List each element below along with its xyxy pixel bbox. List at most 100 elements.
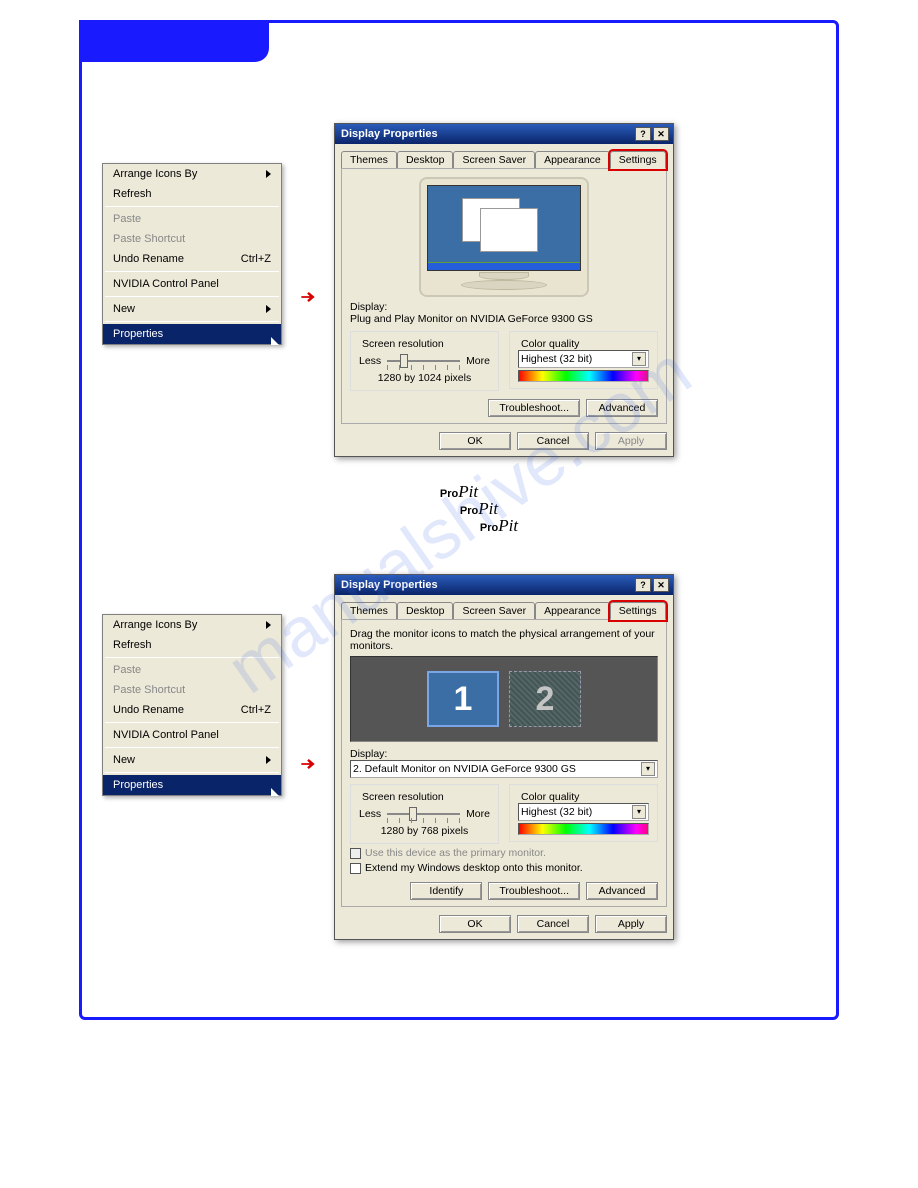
close-icon[interactable]: ✕ <box>653 127 669 141</box>
close-icon[interactable]: ✕ <box>653 578 669 592</box>
window-buttons: ? ✕ <box>635 127 669 141</box>
color-quality-group: Color quality Highest (32 bit) ▾ <box>509 331 658 389</box>
ok-button[interactable]: OK <box>439 432 511 450</box>
ctx-paste-shortcut: Paste Shortcut <box>103 229 281 249</box>
ctx-arrange[interactable]: Arrange Icons By <box>103 615 281 635</box>
display-label: Display: <box>350 748 658 760</box>
troubleshoot-button[interactable]: Troubleshoot... <box>488 399 580 417</box>
ctx-nvidia[interactable]: NVIDIA Control Panel <box>103 725 281 745</box>
identify-button[interactable]: Identify <box>410 882 482 900</box>
monitor-stand <box>479 272 529 280</box>
display-combo[interactable]: 2. Default Monitor on NVIDIA GeForce 930… <box>350 760 658 778</box>
tab-themes[interactable]: Themes <box>341 151 397 169</box>
resolution-slider[interactable] <box>387 805 460 823</box>
dialog-title: Display Properties <box>341 579 438 591</box>
desktop-context-menu: Arrange Icons By Refresh Paste Paste Sho… <box>102 614 282 796</box>
ctx-undo-rename[interactable]: Undo Rename Ctrl+Z <box>103 700 281 720</box>
ctx-refresh-label: Refresh <box>113 188 152 200</box>
monitor-base <box>461 280 547 290</box>
ctx-undo-rename[interactable]: Undo Rename Ctrl+Z <box>103 249 281 269</box>
res-more-label: More <box>466 808 490 820</box>
tab-appearance[interactable]: Appearance <box>535 151 610 169</box>
monitor-icon <box>419 177 589 297</box>
tab-screensaver[interactable]: Screen Saver <box>453 602 535 620</box>
advanced-button[interactable]: Advanced <box>586 399 658 417</box>
tab-settings[interactable]: Settings <box>610 151 666 169</box>
tabs: Themes Desktop Screen Saver Appearance S… <box>335 595 673 619</box>
extend-desktop-checkbox[interactable]: Extend my Windows desktop onto this moni… <box>350 862 658 874</box>
separator <box>105 271 279 272</box>
cq-value: Highest (32 bit) <box>521 806 592 818</box>
tabs: Themes Desktop Screen Saver Appearance S… <box>335 144 673 168</box>
separator <box>105 747 279 748</box>
ctx-refresh[interactable]: Refresh <box>103 635 281 655</box>
ctx-refresh-label: Refresh <box>113 639 152 651</box>
cq-legend: Color quality <box>518 791 582 803</box>
ctx-nvidia[interactable]: NVIDIA Control Panel <box>103 274 281 294</box>
ctx-arrange-label: Arrange Icons By <box>113 168 197 180</box>
primary-monitor-checkbox: Use this device as the primary monitor. <box>350 847 658 859</box>
red-arrow-icon <box>298 286 318 314</box>
tab-panel-settings: Display: Plug and Play Monitor on NVIDIA… <box>341 168 667 424</box>
monitor-1-icon[interactable]: 1 <box>427 671 499 727</box>
color-bar <box>518 823 649 835</box>
screen-resolution-group: Screen resolution Less More 1280 <box>350 331 499 391</box>
apply-button[interactable]: Apply <box>595 915 667 933</box>
titlebar[interactable]: Display Properties ? ✕ <box>335 124 673 144</box>
taskbar-icon <box>428 262 580 270</box>
help-icon[interactable]: ? <box>635 127 651 141</box>
checkbox-icon[interactable] <box>350 863 361 874</box>
tab-settings[interactable]: Settings <box>610 602 666 620</box>
ctx-properties[interactable]: Properties <box>103 775 281 795</box>
ctx-paste-shortcut-label: Paste Shortcut <box>113 233 185 245</box>
tab-desktop[interactable]: Desktop <box>397 602 454 620</box>
cq-value: Highest (32 bit) <box>521 353 592 365</box>
document-page: manualshive.com Arrange Icons By Refresh… <box>79 20 839 1020</box>
separator <box>105 772 279 773</box>
cancel-button[interactable]: Cancel <box>517 432 589 450</box>
color-quality-combo[interactable]: Highest (32 bit) ▾ <box>518 350 649 368</box>
tab-desktop[interactable]: Desktop <box>397 151 454 169</box>
color-bar <box>518 370 649 382</box>
res-less-label: Less <box>359 808 381 820</box>
separator <box>105 321 279 322</box>
ctx-arrange[interactable]: Arrange Icons By <box>103 164 281 184</box>
chevron-down-icon[interactable]: ▾ <box>632 805 646 819</box>
help-icon[interactable]: ? <box>635 578 651 592</box>
ctx-properties-label: Properties <box>113 779 163 791</box>
advanced-button[interactable]: Advanced <box>586 882 658 900</box>
ctx-new[interactable]: New <box>103 299 281 319</box>
ctx-properties-label: Properties <box>113 328 163 340</box>
display-label: Display: <box>350 301 658 313</box>
chevron-down-icon[interactable]: ▾ <box>641 762 655 776</box>
display-value: Plug and Play Monitor on NVIDIA GeForce … <box>350 313 658 325</box>
ctx-properties[interactable]: Properties <box>103 324 281 344</box>
resolution-slider[interactable] <box>387 352 460 370</box>
ctx-paste-label: Paste <box>113 664 141 676</box>
chevron-right-icon <box>266 305 271 313</box>
ctx-paste-label: Paste <box>113 213 141 225</box>
monitor-2-icon[interactable]: 2 <box>509 671 581 727</box>
cancel-button[interactable]: Cancel <box>517 915 589 933</box>
ctx-new[interactable]: New <box>103 750 281 770</box>
monitor-arrange-area[interactable]: 1 2 <box>350 656 658 742</box>
ok-button[interactable]: OK <box>439 915 511 933</box>
color-quality-combo[interactable]: Highest (32 bit) ▾ <box>518 803 649 821</box>
tab-panel-settings: Drag the monitor icons to match the phys… <box>341 619 667 907</box>
dialog-title: Display Properties <box>341 128 438 140</box>
tab-themes[interactable]: Themes <box>341 602 397 620</box>
ctx-refresh[interactable]: Refresh <box>103 184 281 204</box>
chevron-right-icon <box>266 756 271 764</box>
ctx-undo-key: Ctrl+Z <box>241 253 271 265</box>
titlebar[interactable]: Display Properties ? ✕ <box>335 575 673 595</box>
res-value: 1280 by 1024 pixels <box>359 372 490 384</box>
checkbox-icon <box>350 848 361 859</box>
context-menu-col: Arrange Icons By Refresh Paste Paste Sho… <box>102 574 282 796</box>
section-dual-monitor: Arrange Icons By Refresh Paste Paste Sho… <box>102 574 816 940</box>
separator <box>105 657 279 658</box>
chevron-down-icon[interactable]: ▾ <box>632 352 646 366</box>
tab-screensaver[interactable]: Screen Saver <box>453 151 535 169</box>
troubleshoot-button[interactable]: Troubleshoot... <box>488 882 580 900</box>
apply-button: Apply <box>595 432 667 450</box>
tab-appearance[interactable]: Appearance <box>535 602 610 620</box>
